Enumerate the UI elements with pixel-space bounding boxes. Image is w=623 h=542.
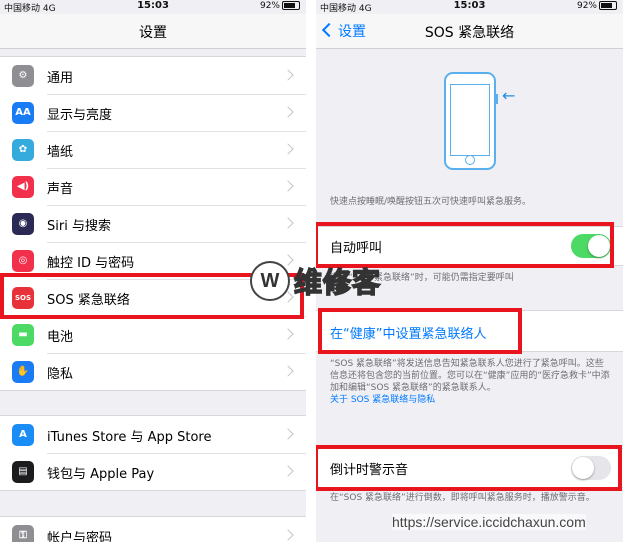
flower-icon: ✿	[12, 139, 34, 161]
chevron-right-icon	[282, 529, 294, 541]
battery-percent: 92%	[259, 1, 280, 11]
health-link-highlight-box	[318, 308, 522, 354]
nav-bar: 设置	[0, 14, 306, 49]
speaker-icon: ◀)	[12, 176, 34, 198]
settings-group-store: AiTunes Store 与 App Store ▤ 钱包与 Apple Pay	[0, 415, 306, 491]
settings-row-label: 墙纸	[47, 145, 74, 160]
battery-icon	[282, 1, 300, 10]
chevron-right-icon	[282, 465, 294, 477]
phone-illustration	[444, 72, 498, 170]
settings-row-label: 触控 ID 与密码	[47, 256, 135, 271]
watermark-logo: W 维修客	[250, 258, 381, 304]
status-bar: 中国移动 4G 15:03 92%	[316, 0, 623, 14]
wallet-icon: ▤	[12, 461, 34, 483]
settings-row-key[interactable]: ⚿ 帐户与密码	[0, 517, 306, 542]
gear-icon: ⚙	[12, 65, 34, 87]
settings-row-label: 电池	[47, 330, 74, 345]
battery-icon	[599, 1, 617, 10]
settings-row-gear[interactable]: ⚙ 通用	[0, 57, 306, 94]
page-title: SOS 紧急联络	[424, 25, 515, 41]
app-store-icon: A	[12, 424, 34, 446]
health-note: “SOS 紧急联络”将发送信息告知紧急联系人您进行了紧急呼叫。这些信息还将包含您…	[330, 358, 611, 406]
chevron-right-icon	[282, 328, 294, 340]
settings-row-siri[interactable]: ◉ Siri 与搜索	[0, 205, 306, 242]
settings-row-wallet[interactable]: ▤ 钱包与 Apple Pay	[0, 453, 306, 490]
settings-row-flower[interactable]: ✿ 墙纸	[0, 131, 306, 168]
settings-row-label: Siri 与搜索	[47, 219, 111, 234]
settings-row-battery[interactable]: ▬ 电池	[0, 316, 306, 353]
settings-row-label: 隐私	[47, 367, 74, 382]
chevron-right-icon	[282, 69, 294, 81]
source-url: https://service.iccidchaxun.com	[392, 514, 586, 530]
sos-intro-text: 快速点按睡眠/唤醒按钮五次可快速呼叫紧急服务。	[330, 197, 532, 207]
settings-row-label: 帐户与密码	[47, 531, 113, 542]
siri-icon: ◉	[12, 213, 34, 235]
settings-row-text-size[interactable]: AA 显示与亮度	[0, 94, 306, 131]
chevron-right-icon	[282, 365, 294, 377]
settings-row-label: 声音	[47, 182, 74, 197]
chevron-right-icon	[282, 143, 294, 155]
hand-icon: ✋	[12, 361, 34, 383]
chevron-right-icon	[282, 217, 294, 229]
settings-group-main: ⚙ 通用 AA 显示与亮度 ✿ 墙纸 ◀) 声音 ◉ Siri 与搜索 ◎ 触控 ID 与密码 SOS S…	[0, 56, 306, 391]
settings-row-label: 钱包与 Apple Pay	[47, 467, 155, 482]
chevron-right-icon	[282, 180, 294, 192]
settings-row-speaker[interactable]: ◀) 声音	[0, 168, 306, 205]
chevron-right-icon	[282, 428, 294, 440]
watermark-letter: W	[250, 261, 290, 301]
settings-row-app-store[interactable]: AiTunes Store 与 App Store	[0, 416, 306, 453]
page-title: 设置	[139, 25, 167, 41]
countdown-highlight-box	[316, 445, 622, 491]
key-icon: ⚿	[12, 525, 34, 542]
chevron-right-icon	[282, 106, 294, 118]
health-note-text: “SOS 紧急联络”将发送信息告知紧急联系人您进行了紧急呼叫。这些信息还将包含您…	[330, 359, 610, 393]
settings-row-label: 显示与亮度	[47, 108, 113, 123]
arrow-left-icon: ←	[502, 86, 516, 105]
battery-percent: 92%	[576, 1, 597, 11]
settings-row-label: 通用	[47, 71, 74, 86]
nav-bar: 设置 SOS 紧急联络	[316, 14, 623, 49]
countdown-note: 在“SOS 紧急联络”进行倒数，即将呼叫紧急服务时，播放警示音。	[330, 493, 595, 503]
battery-icon: ▬	[12, 324, 34, 346]
settings-row-hand[interactable]: ✋ 隐私	[0, 353, 306, 390]
status-bar: 中国移动 4G 15:03 92%	[0, 0, 306, 14]
fingerprint-icon: ◎	[12, 250, 34, 272]
watermark-text: 维修客	[293, 265, 382, 300]
about-privacy-link[interactable]: 关于 SOS 紧急联络与隐私	[330, 395, 435, 405]
settings-group-accounts: ⚿ 帐户与密码	[0, 516, 306, 542]
settings-row-label: iTunes Store 与 App Store	[47, 430, 212, 445]
text-size-icon: AA	[12, 102, 34, 124]
